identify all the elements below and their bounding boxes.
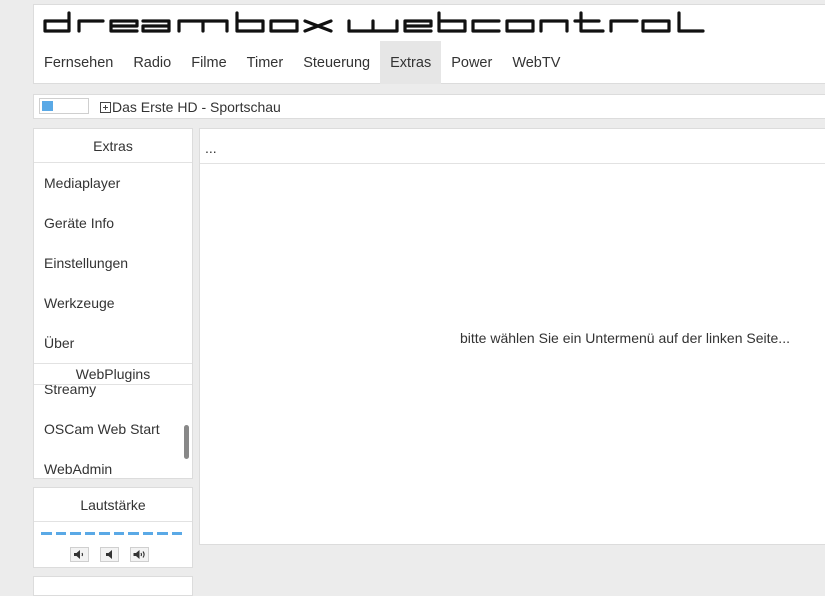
extras-panel: Extras Mediaplayer Geräte Info Einstellu… <box>33 128 193 479</box>
volume-segment[interactable] <box>171 532 182 535</box>
current-channel-label: Das Erste HD - Sportschau <box>112 99 281 115</box>
nav-steuerung[interactable]: Steuerung <box>293 41 380 84</box>
webplugins-items: Streamy OSCam Web Start WebAdmin <box>34 385 192 478</box>
dreambox-logo[interactable] <box>43 11 705 33</box>
volume-segment[interactable] <box>99 532 110 535</box>
menu-item-geraete-info[interactable]: Geräte Info <box>34 203 192 243</box>
signal-meter-fill <box>42 101 53 111</box>
menu-item-einstellungen[interactable]: Einstellungen <box>34 243 192 283</box>
menu-item-ueber[interactable]: Über <box>34 323 192 363</box>
bottom-panel <box>33 576 193 596</box>
speaker-mute-icon <box>106 550 112 559</box>
nav-webtv[interactable]: WebTV <box>502 41 570 84</box>
webplugins-title: WebPlugins <box>34 363 192 385</box>
volume-title: Lautstärke <box>34 488 192 522</box>
extras-title: Extras <box>34 129 192 163</box>
menu-item-werkzeuge[interactable]: Werkzeuge <box>34 283 192 323</box>
volume-up-button[interactable] <box>130 547 149 562</box>
menu-item-webadmin[interactable]: WebAdmin <box>34 449 192 478</box>
nav-power[interactable]: Power <box>441 41 502 84</box>
nav-extras[interactable]: Extras <box>380 41 442 84</box>
nav-timer[interactable]: Timer <box>237 41 294 84</box>
volume-mute-button[interactable] <box>100 547 119 562</box>
volume-segment[interactable] <box>128 532 139 535</box>
status-bar: Das Erste HD - Sportschau <box>33 94 825 119</box>
volume-segment[interactable] <box>84 532 95 535</box>
nav-radio[interactable]: Radio <box>123 41 181 84</box>
main-content: ... bitte wählen Sie ein Untermenü auf d… <box>199 128 825 545</box>
header: Fernsehen Radio Filme Timer Steuerung Ex… <box>33 4 825 84</box>
menu-item-oscam-web-start[interactable]: OSCam Web Start <box>34 409 192 449</box>
current-channel[interactable]: Das Erste HD - Sportschau <box>100 98 281 116</box>
nav-fernsehen[interactable]: Fernsehen <box>34 41 123 84</box>
main-nav: Fernsehen Radio Filme Timer Steuerung Ex… <box>34 41 570 84</box>
volume-down-button[interactable] <box>70 547 89 562</box>
volume-panel: Lautstärke <box>33 487 193 568</box>
webplugins-scrollbar[interactable] <box>184 425 189 459</box>
signal-meter <box>39 98 89 114</box>
volume-level-bar[interactable] <box>41 532 182 535</box>
menu-item-streamy[interactable]: Streamy <box>34 385 192 409</box>
volume-segment[interactable] <box>41 532 52 535</box>
volume-segment[interactable] <box>142 532 153 535</box>
speaker-high-icon <box>133 550 145 559</box>
main-header: ... <box>200 129 825 164</box>
volume-segment[interactable] <box>113 532 124 535</box>
speaker-low-icon <box>74 550 84 559</box>
menu-item-mediaplayer[interactable]: Mediaplayer <box>34 163 192 203</box>
volume-segment[interactable] <box>157 532 168 535</box>
nav-filme[interactable]: Filme <box>181 41 236 84</box>
volume-segment[interactable] <box>70 532 81 535</box>
main-message: bitte wählen Sie ein Untermenü auf der l… <box>460 330 790 346</box>
volume-segment[interactable] <box>55 532 66 535</box>
expand-plus-icon[interactable] <box>100 102 111 113</box>
webplugins-list[interactable]: Streamy OSCam Web Start WebAdmin <box>34 385 192 478</box>
volume-buttons <box>70 547 149 562</box>
